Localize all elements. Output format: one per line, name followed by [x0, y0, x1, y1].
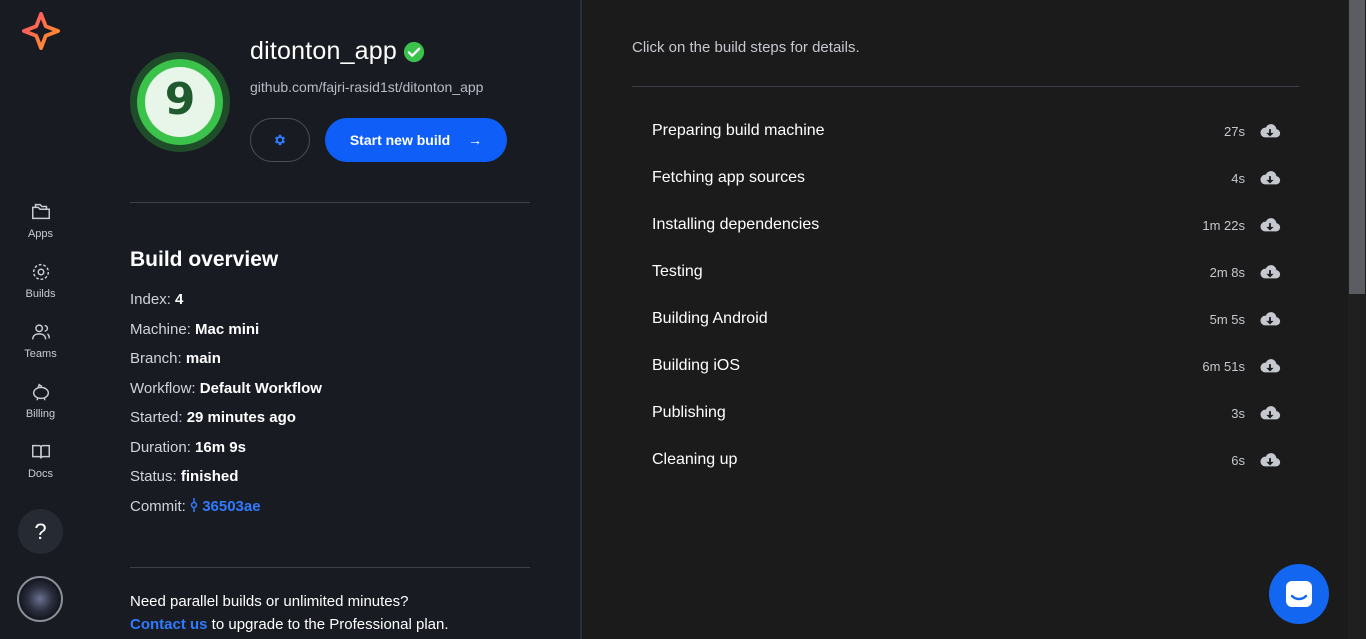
chat-icon: [1286, 581, 1312, 607]
contact-us-link[interactable]: Contact us: [130, 616, 208, 633]
avatar[interactable]: [17, 576, 63, 622]
codemagic-logo-icon[interactable]: [22, 12, 60, 50]
chat-support-button[interactable]: [1269, 564, 1329, 624]
divider: [130, 202, 530, 203]
gear-icon: [274, 134, 286, 146]
scrollbar-thumb[interactable]: [1349, 0, 1365, 294]
build-step[interactable]: Testing 2m 8s: [632, 252, 1299, 292]
overview-branch: Branch: main: [130, 350, 221, 367]
sidebar-item-teams[interactable]: Teams: [10, 321, 71, 373]
sidebar-item-docs[interactable]: Docs: [10, 441, 71, 493]
build-step[interactable]: Preparing build machine 27s: [632, 111, 1299, 151]
app-name: ditonton_app: [250, 37, 397, 65]
download-cloud-icon[interactable]: [1259, 402, 1281, 424]
build-step[interactable]: Publishing 3s: [632, 393, 1299, 433]
book-icon: [31, 444, 50, 459]
verified-check-icon: [403, 41, 425, 62]
repository-url: github.com/fajri-rasid1st/ditonton_app: [250, 79, 484, 95]
build-steps-panel: Click on the build steps for details. Pr…: [582, 0, 1348, 639]
sidebar: Apps Builds Teams Billing Docs ?: [0, 0, 81, 639]
start-new-build-button[interactable]: Start new build →: [325, 118, 507, 162]
upgrade-notice: Need parallel builds or unlimited minute…: [130, 593, 449, 633]
build-step[interactable]: Fetching app sources 4s: [632, 158, 1299, 198]
download-cloud-icon[interactable]: [1259, 449, 1281, 471]
build-step[interactable]: Building Android 5m 5s: [632, 299, 1299, 339]
download-cloud-icon[interactable]: [1259, 355, 1281, 377]
download-cloud-icon[interactable]: [1259, 167, 1281, 189]
overview-index: Index: 4: [130, 291, 184, 308]
app-logo: 9: [130, 52, 230, 152]
build-info-panel: 9 ditonton_app github.com/fajri-rasid1st…: [81, 0, 581, 639]
commit-icon: [190, 498, 198, 512]
download-cloud-icon[interactable]: [1259, 214, 1281, 236]
download-cloud-icon[interactable]: [1259, 308, 1281, 330]
teams-icon: [31, 324, 50, 340]
divider: [632, 86, 1299, 87]
sidebar-item-apps[interactable]: Apps: [10, 201, 71, 253]
download-cloud-icon[interactable]: [1259, 261, 1281, 283]
commit-link[interactable]: 36503ae: [190, 498, 261, 515]
overview-started: Started: 29 minutes ago: [130, 409, 296, 426]
arrow-right-icon: →: [468, 132, 483, 148]
overview-workflow: Workflow: Default Workflow: [130, 380, 322, 397]
build-step[interactable]: Building iOS 6m 51s: [632, 346, 1299, 386]
sidebar-item-label: Builds: [25, 288, 56, 300]
divider: [130, 567, 530, 568]
sidebar-item-label: Teams: [24, 348, 57, 360]
builds-icon: [32, 263, 49, 281]
app-title: ditonton_app: [250, 37, 425, 66]
sidebar-item-label: Billing: [25, 408, 56, 420]
steps-hint: Click on the build steps for details.: [632, 39, 860, 56]
piggy-bank-icon: [32, 383, 49, 401]
settings-button[interactable]: [250, 118, 310, 162]
overview-commit: Commit: 36503ae: [130, 498, 261, 515]
build-overview-title: Build overview: [130, 248, 279, 271]
sidebar-item-builds[interactable]: Builds: [10, 261, 71, 313]
build-step[interactable]: Installing dependencies 1m 22s: [632, 205, 1299, 245]
download-cloud-icon[interactable]: [1259, 120, 1281, 142]
sidebar-item-label: Docs: [27, 468, 54, 480]
help-button[interactable]: ?: [18, 509, 63, 554]
build-step[interactable]: Cleaning up 6s: [632, 440, 1299, 480]
sidebar-item-billing[interactable]: Billing: [10, 381, 71, 433]
folder-icon: [31, 203, 50, 220]
overview-machine: Machine: Mac mini: [130, 321, 260, 338]
sidebar-item-label: Apps: [27, 228, 54, 240]
overview-status: Status: finished: [130, 468, 239, 485]
overview-duration: Duration: 16m 9s: [130, 439, 246, 456]
